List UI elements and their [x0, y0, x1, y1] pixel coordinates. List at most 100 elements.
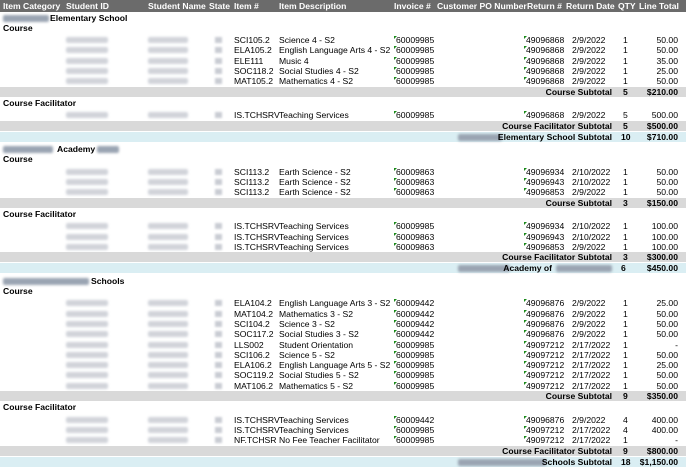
redacted-student-name: [148, 168, 188, 175]
item-description: Teaching Services: [279, 414, 349, 425]
col-item-description[interactable]: Item Description: [279, 1, 346, 11]
item-number: IS.TCHSRV: [234, 231, 280, 242]
quantity: 1: [623, 308, 628, 319]
table-row[interactable]: NF.TCHSR No Fee Teacher Facilitator 600099…: [0, 435, 686, 445]
col-line-total[interactable]: Line Total: [639, 1, 679, 11]
subtotal-label: Course Subtotal: [545, 197, 612, 208]
invoice-number: 60009442: [396, 414, 435, 425]
item-number: SOC119.2: [234, 370, 274, 381]
quantity: 1: [623, 35, 628, 46]
redacted-state: [215, 382, 222, 389]
category-header-row: Course Facilitator: [0, 402, 686, 412]
item-description: Earth Science - S2: [279, 177, 351, 187]
redacted-student-id: [66, 416, 108, 423]
invoice-number: 60009985: [396, 435, 435, 446]
col-state[interactable]: State: [209, 1, 230, 11]
col-student-id[interactable]: Student ID: [66, 1, 109, 11]
table-row[interactable]: SOC118.2 Social Studies 4 - S2 60009985 490…: [0, 66, 686, 76]
table-row[interactable]: SCI104.2 Science 3 - S2 60009442 49096876 2/…: [0, 319, 686, 329]
school-subtotal-row: Academy of 6 $450.00: [0, 263, 686, 274]
table-row[interactable]: MAT104.2 Mathematics 3 - S2 60009442 490968…: [0, 309, 686, 319]
table-row[interactable]: SOC119.2 Social Studies 5 - S2 60009985 490…: [0, 370, 686, 380]
redacted-student-name: [148, 37, 188, 44]
table-row[interactable]: SCI106.2 Science 5 - S2 60009985 49097212 2/…: [0, 350, 686, 360]
invoice-number: 60009985: [396, 45, 435, 56]
table-row[interactable]: ELA104.2 English Language Arts 3 - S2 6000…: [0, 298, 686, 308]
table-row[interactable]: SOC117.2 Social Studies 3 - S2 60009442 490…: [0, 329, 686, 339]
table-row[interactable]: LLS002 Student Orientation 60009985 4909721…: [0, 340, 686, 350]
col-qty[interactable]: QTY: [618, 1, 636, 11]
category-subtotal-row: Course Facilitator Subtotal 3 $300.00: [0, 252, 686, 263]
table-row[interactable]: IS.TCHSRV Teaching Services 60009863 490969…: [0, 232, 686, 242]
redacted-student-id: [66, 233, 108, 240]
table-row[interactable]: ELA105.2 English Language Arts 4 - S2 6000…: [0, 45, 686, 55]
table-row[interactable]: IS.TCHSRV Teaching Services 60009863 490968…: [0, 242, 686, 252]
invoice-number: 60009985: [396, 424, 435, 435]
table-row[interactable]: IS.TCHSRV Teaching Services 60009985 490969…: [0, 221, 686, 231]
line-total: 100.00: [651, 231, 678, 242]
redacted-state: [215, 112, 222, 119]
return-number: 49096868: [526, 45, 565, 56]
quantity: 1: [623, 187, 628, 198]
item-number: IS.TCHSRV: [234, 414, 280, 425]
subtotal-label: Course Facilitator Subtotal: [502, 252, 612, 263]
billing-report: Item Category Student ID Student Name St…: [0, 0, 688, 467]
invoice-number: 60009985: [396, 360, 435, 371]
line-total: 50.00: [656, 380, 678, 391]
col-customer-po[interactable]: Customer PO Number: [437, 1, 527, 11]
redacted-student-name: [148, 47, 188, 54]
table-row[interactable]: IS.TCHSRV Teaching Services 60009985 490968…: [0, 110, 686, 120]
col-return-number[interactable]: Return #: [527, 1, 562, 11]
item-number: SCI106.2: [234, 349, 270, 360]
item-number: NF.TCHSR: [234, 435, 277, 446]
table-row[interactable]: MAT106.2 Mathematics 5 - S2 60009985 490972…: [0, 381, 686, 391]
col-return-date[interactable]: Return Date: [566, 1, 615, 11]
item-number: LLS002: [234, 339, 264, 350]
redacted-state: [215, 331, 222, 338]
return-number: 49097212: [526, 424, 565, 435]
line-total: -: [675, 435, 678, 446]
quantity: 1: [623, 318, 628, 329]
table-row[interactable]: ELE111 Music 4 60009985 49096868 2/9/2022 1 35…: [0, 56, 686, 66]
category-name: Course Facilitator: [3, 208, 77, 219]
return-date: 2/17/2022: [572, 435, 611, 446]
col-student-name[interactable]: Student Name: [148, 1, 206, 11]
quantity: 1: [623, 166, 628, 177]
redacted-school-name: [458, 265, 510, 273]
item-description: Social Studies 4 - S2: [279, 66, 359, 76]
redacted-student-name: [148, 362, 188, 369]
table-row[interactable]: ELA106.2 English Language Arts 5 - S2 6000…: [0, 360, 686, 370]
col-item-category[interactable]: Item Category: [3, 1, 60, 11]
col-item-number[interactable]: Item #: [234, 1, 259, 11]
line-total: 100.00: [651, 241, 678, 252]
redacted-student-name: [148, 189, 188, 196]
item-description: Mathematics 4 - S2: [279, 76, 354, 87]
redacted-student-name: [148, 320, 188, 327]
redacted-state: [215, 341, 222, 348]
return-number: 49096868: [526, 55, 565, 66]
line-total: 50.00: [656, 308, 678, 319]
table-row[interactable]: SCI113.2 Earth Science - S2 60009863 490968…: [0, 187, 686, 197]
subtotal-qty: 3: [623, 197, 628, 208]
subtotal-qty: 9: [623, 391, 628, 401]
item-description: Teaching Services: [279, 110, 349, 121]
table-row[interactable]: MAT105.2 Mathematics 4 - S2 60009985 490968…: [0, 76, 686, 86]
redacted-state: [215, 78, 222, 85]
redacted-student-id: [66, 243, 108, 250]
quantity: 1: [623, 360, 628, 371]
redacted-student-id: [66, 112, 108, 119]
quantity: 1: [623, 241, 628, 252]
table-row[interactable]: SCI113.2 Earth Science - S2 60009863 490969…: [0, 177, 686, 187]
col-invoice-number[interactable]: Invoice #: [394, 1, 431, 11]
school-subtotal-qty: 10: [621, 131, 631, 142]
category-header-row: Course: [0, 286, 686, 296]
table-row[interactable]: SCI105.2 Science 4 - S2 60009985 49096868 2/…: [0, 35, 686, 45]
quantity: 1: [623, 231, 628, 242]
redacted-state: [215, 223, 222, 230]
redacted-state: [215, 68, 222, 74]
table-row[interactable]: SCI113.2 Earth Science - S2 60009863 490969…: [0, 167, 686, 177]
item-description: Science 4 - S2: [279, 35, 335, 46]
table-row[interactable]: IS.TCHSRV Teaching Services 60009985 490972…: [0, 425, 686, 435]
redacted-student-name: [148, 57, 188, 64]
table-row[interactable]: IS.TCHSRV Teaching Services 60009442 490968…: [0, 415, 686, 425]
